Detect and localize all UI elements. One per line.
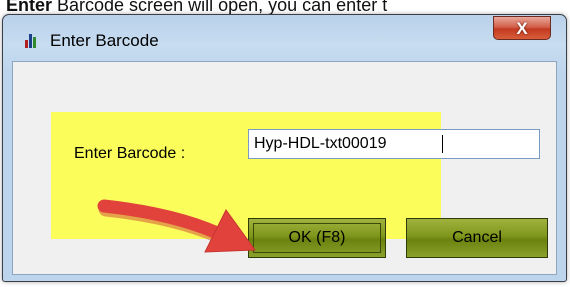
enter-barcode-dialog: Enter Barcode X Enter Barcode : OK (F8) … [2,14,567,282]
cancel-button-label: Cancel [452,229,502,246]
close-icon: X [516,18,528,38]
app-icon [25,34,39,48]
close-button[interactable]: X [493,16,551,40]
ok-button[interactable]: OK (F8) [248,218,386,258]
title-bar[interactable]: Enter Barcode X [3,15,566,59]
caption-rest: Barcode screen will open, you can enter … [52,0,388,15]
dialog-body: Enter Barcode : OK (F8) Cancel [12,61,557,275]
barcode-input[interactable] [248,129,540,159]
window-title: Enter Barcode [50,31,159,50]
caption-bold: Enter [6,0,53,15]
text-caret [442,135,443,153]
cancel-button[interactable]: Cancel [406,218,548,258]
focus-ring [253,223,381,253]
barcode-label: Enter Barcode : [74,145,186,162]
